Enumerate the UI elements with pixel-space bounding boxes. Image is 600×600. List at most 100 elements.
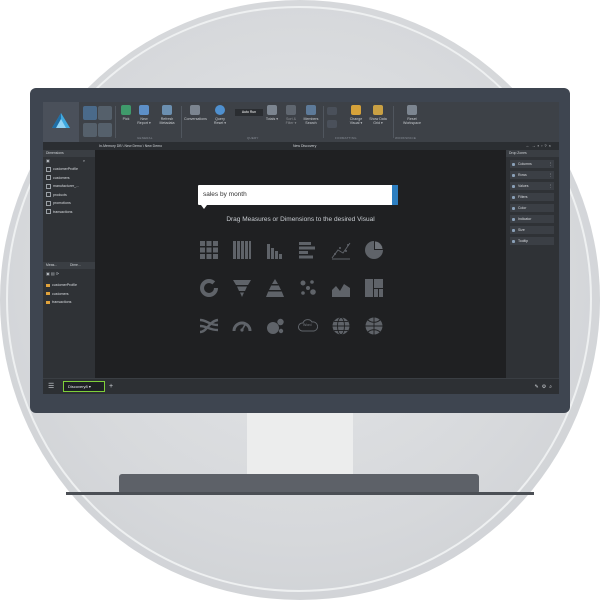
- new-report-icon: [139, 105, 149, 115]
- search-icon[interactable]: ⌕: [549, 384, 555, 390]
- bottom-tabbar: ☰ Discovery8 ▾ + ✎⚙⌕: [43, 378, 559, 394]
- folder-icon[interactable]: ▣ ▤ ⟳: [46, 271, 59, 276]
- pie-chart-icon[interactable]: [364, 240, 384, 260]
- dimensions-tree: customerProfile customers manufacturer_.…: [46, 165, 79, 216]
- chart-view-icon[interactable]: [83, 106, 97, 120]
- app-screen: Pick New Report ▾ Refresh Metadata GENER…: [43, 102, 559, 394]
- folder-icon: [46, 292, 50, 296]
- drop-zone-values[interactable]: Values ⋮: [510, 182, 554, 190]
- group-label-query: QUERY: [247, 136, 259, 140]
- drop-zone-filters[interactable]: Filters: [510, 193, 554, 201]
- drop-zone-rows[interactable]: Rows ⋮: [510, 171, 554, 179]
- map-icon[interactable]: [364, 316, 384, 336]
- change-visual-icon: [351, 105, 361, 115]
- globe-icon[interactable]: [331, 316, 351, 336]
- tree-item[interactable]: manufacturer_...: [46, 182, 79, 191]
- column-chart-icon[interactable]: [265, 240, 285, 260]
- tab-measures[interactable]: Meas...: [46, 262, 57, 269]
- pick-button[interactable]: Pick: [119, 105, 133, 121]
- auto-run-toggle[interactable]: Auto Run: [235, 109, 263, 116]
- query-input[interactable]: sales by month: [198, 185, 398, 205]
- pick-icon: [121, 105, 131, 115]
- tree-item[interactable]: transactions: [46, 208, 79, 217]
- group-label-general: GENERAL: [137, 136, 153, 140]
- drop-zone-indicator[interactable]: Indicator: [510, 215, 554, 223]
- grid-icon[interactable]: [199, 240, 219, 260]
- totals-button[interactable]: Totals ▾: [265, 105, 279, 121]
- status-actions[interactable]: ✎⚙⌕: [535, 382, 556, 392]
- tree-item[interactable]: promotions: [46, 199, 79, 208]
- funnel-icon[interactable]: [232, 278, 252, 298]
- pivot-table-icon[interactable]: [232, 240, 252, 260]
- menu-icon[interactable]: ☰: [48, 382, 54, 392]
- reset-workspace-icon: [407, 105, 417, 115]
- tab-discovery8[interactable]: Discovery8 ▾: [63, 381, 105, 392]
- tree-item[interactable]: products: [46, 191, 79, 200]
- new-report-button[interactable]: New Report ▾: [135, 105, 153, 125]
- folder-icon: [46, 283, 50, 287]
- pyramid-icon[interactable]: [265, 278, 285, 298]
- drop-zone-columns[interactable]: Columns ⋮: [510, 160, 554, 168]
- tree-item[interactable]: customers: [46, 174, 79, 183]
- reset-workspace-button[interactable]: Reset Workspace: [401, 105, 423, 125]
- sort-filter-button[interactable]: Sort & Filter ▾: [283, 105, 299, 125]
- query-reset-icon: [215, 105, 225, 115]
- drop-zones-header: Drop Zones: [506, 150, 559, 157]
- drop-zone-tooltip[interactable]: Tooltip: [510, 237, 554, 245]
- grid-view-icon[interactable]: [83, 123, 97, 137]
- bar-chart-icon[interactable]: [298, 240, 318, 260]
- query-submit-button[interactable]: [392, 185, 398, 205]
- document-title: New Discovery: [293, 144, 317, 148]
- totals-icon: [267, 105, 277, 115]
- area-chart-icon[interactable]: [331, 278, 351, 298]
- members-search-button[interactable]: Members Search: [302, 105, 320, 125]
- drop-zone-size[interactable]: Size: [510, 226, 554, 234]
- word-cloud-icon[interactable]: Word: [298, 316, 318, 336]
- add-tab-button[interactable]: +: [109, 382, 113, 392]
- monitor-stand: [119, 474, 479, 494]
- group-label-formatting: FORMATTING: [335, 136, 357, 140]
- conversations-button[interactable]: Conversations: [184, 105, 207, 121]
- font-color-icon[interactable]: [327, 120, 337, 128]
- measures-tree: customerProfile customers transactions: [46, 281, 77, 307]
- refresh-metadata-button[interactable]: Refresh Metadata: [157, 105, 177, 125]
- pin-icon[interactable]: ✎: [535, 384, 542, 390]
- close-icon[interactable]: ×: [549, 143, 553, 148]
- search-icon[interactable]: ⌕: [83, 158, 85, 163]
- tree-item[interactable]: customerProfile: [46, 281, 77, 290]
- query-reset-button[interactable]: Query Reset ▾: [211, 105, 229, 125]
- panel-tabs: Meas... Dime...: [43, 262, 95, 269]
- donut-chart-icon[interactable]: [199, 278, 219, 298]
- right-panel: Drop Zones Columns ⋮ Rows ⋮ Values ⋮ Filter…: [506, 150, 559, 378]
- cluster-icon[interactable]: [298, 278, 318, 298]
- query-pointer: [201, 205, 207, 209]
- font-icon[interactable]: [327, 107, 337, 115]
- measures-toolbar[interactable]: ▣ ▤ ⟳: [46, 271, 59, 276]
- tree-item[interactable]: customerProfile: [46, 165, 79, 174]
- drop-zone-color[interactable]: Color: [510, 204, 554, 212]
- ribbon-separator: [181, 106, 182, 138]
- show-data-grid-button[interactable]: Show Data Grid ▾: [369, 105, 387, 125]
- ribbon-separator: [323, 106, 324, 138]
- tree-item[interactable]: customers: [46, 290, 77, 299]
- scatter-icon[interactable]: [331, 240, 351, 260]
- dimensions-header: Dimensions: [43, 150, 95, 157]
- tree-item[interactable]: transactions: [46, 298, 77, 307]
- drag-hint: Drag Measures or Dimensions to the desir…: [226, 216, 375, 223]
- conversations-icon: [190, 105, 200, 115]
- sankey-icon[interactable]: [199, 316, 219, 336]
- titlebar-actions[interactable]: ←→▪▫?×: [526, 143, 553, 149]
- discovery-canvas: sales by month Drag Measures or Dimensio…: [95, 150, 506, 378]
- bubble-icon[interactable]: [265, 316, 285, 336]
- change-visual-button[interactable]: Change Visual ▾: [348, 105, 364, 125]
- app-logo: [43, 102, 79, 142]
- more-icon: ⋮: [548, 162, 553, 166]
- folder-icon[interactable]: ▣: [46, 158, 50, 163]
- group-label-workspace: WORKSPACE: [395, 136, 417, 140]
- history-icon[interactable]: [98, 106, 112, 120]
- layout-icon[interactable]: [98, 123, 112, 137]
- tab-dimensions[interactable]: Dime...: [70, 262, 81, 269]
- treemap-icon[interactable]: [364, 278, 384, 298]
- dimensions-toolbar[interactable]: ▣ ⌕: [46, 158, 85, 163]
- gauge-icon[interactable]: [232, 316, 252, 336]
